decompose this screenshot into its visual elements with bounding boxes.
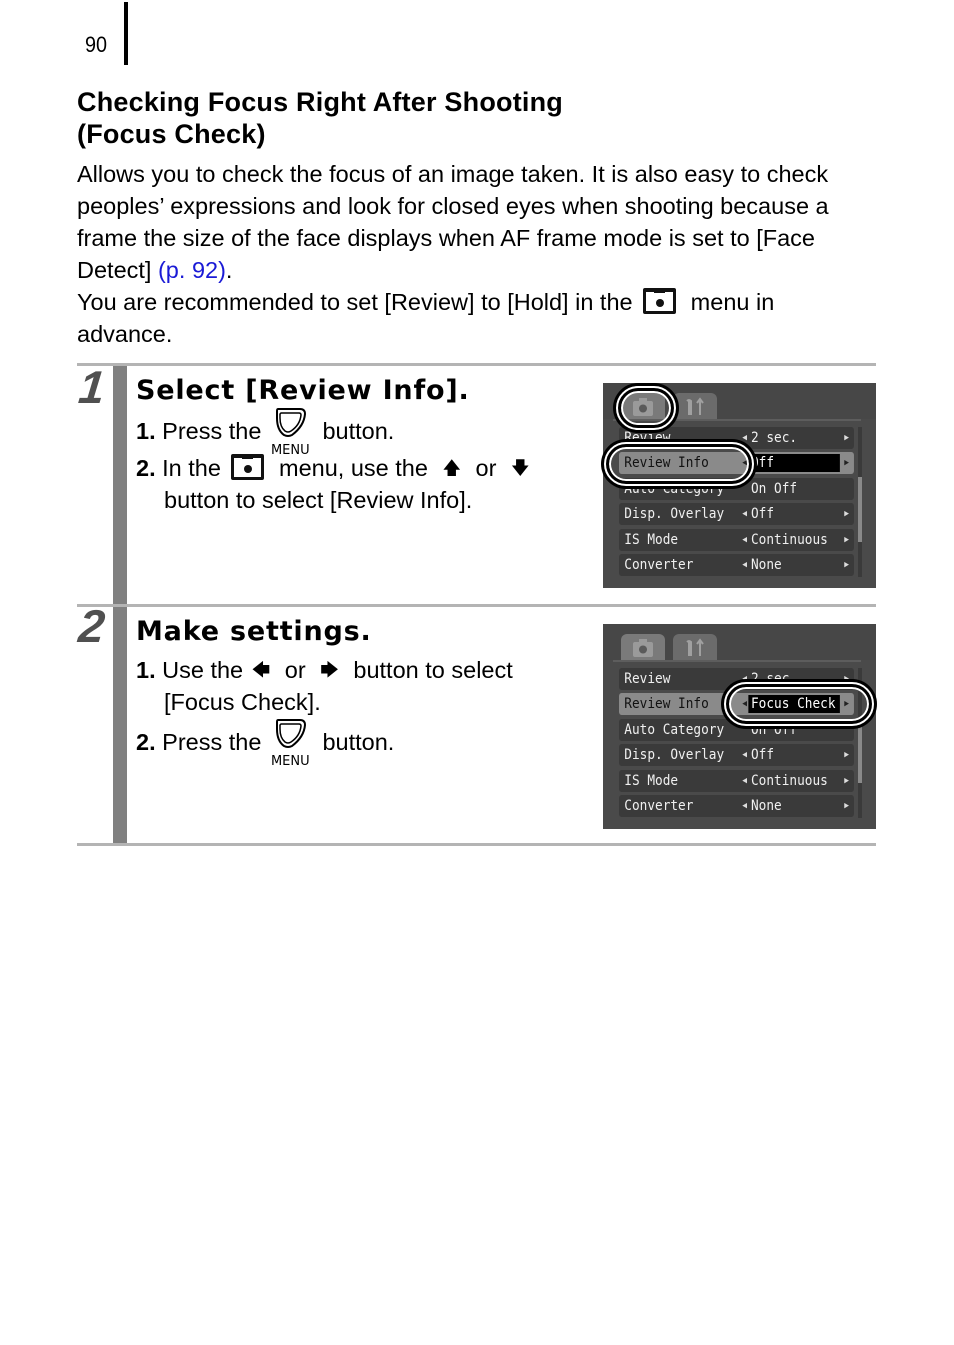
step-1-instruction-2-line2: button to select [Review Info]. [164,487,473,513]
steps-bottom-divider [77,843,876,846]
step-2-instruction-2: 2. Press the MENU button. [136,719,395,769]
intro-paragraph-2-after: menu in [684,289,775,315]
down-arrow-icon: 🡇 [510,458,530,478]
menu-row-converter: Converter ◀ None ▶ [619,554,854,576]
highlight-ring-camera-tab [616,386,676,430]
instruction-number: 2. [136,455,156,481]
menu-row-is-mode: IS Mode ◀ Continuous ▶ [619,529,854,551]
instruction-text: Press the [162,729,268,755]
settings-tab [673,393,717,421]
instruction-or: or [278,657,313,683]
step-2-instruction-1-line2: [Focus Check]. [164,689,321,715]
instruction-text-after: button to select [346,657,513,683]
instruction-number: 1. [136,657,156,683]
section-title-line1: Checking Focus Right After Shooting [77,87,563,117]
highlight-ring-review-info [604,442,754,486]
intro-paragraph-1: Allows you to check the focus of an imag… [77,158,887,286]
camera-tab [621,634,665,662]
instruction-text: Use the [162,657,250,683]
step-1-sidebar-bar [113,366,127,604]
step-1-instruction-1: 1. Press the MENU button. [136,408,395,458]
camera-screen-step-2: Review ◀ 2 sec. ▶ Review Info ◀ Focus Check ▶ … [603,624,876,829]
menu-row-disp-overlay: Disp. Overlay ◀ Off ▶ [619,503,854,525]
section-title-line2: (Focus Check) [77,119,266,149]
step-1-title: Select [Review Info]. [136,375,470,406]
instruction-number: 1. [136,418,156,444]
instruction-text-middle: menu, use the [272,455,435,481]
settings-tab [673,634,717,662]
instruction-text: In the [162,455,228,481]
intro-paragraph-2: You are recommended to set [Review] to [… [77,286,887,350]
page-reference-link[interactable]: (p. 92) [158,257,226,283]
menu-row-disp-overlay: Disp. Overlay ◀ Off ▶ [619,744,854,766]
highlight-ring-focus-check [724,682,874,726]
section-title: Checking Focus Right After Shooting (Foc… [77,86,563,150]
menu-row-converter: Converter ◀ None ▶ [619,795,854,817]
page-number: 90 [85,32,108,57]
up-arrow-icon: 🡅 [442,458,461,478]
step-2-top-divider [77,604,876,607]
instruction-text-after: button. [315,729,395,755]
menu-button-icon: MENU [271,408,310,458]
instruction-number: 2. [136,729,156,755]
menu-button-icon: MENU [271,719,310,769]
right-arrow-icon: 🡆 [320,660,339,680]
intro-period: . [225,257,233,283]
menu-button-label: MENU [270,754,310,769]
menu-row-is-mode: IS Mode ◀ Continuous ▶ [619,770,854,792]
step-1-instruction-2: 2. In the menu, use the 🡅 or 🡇 [136,453,537,484]
step-1-number: 1 [76,361,108,413]
intro-text: Allows you to check the focus of an imag… [77,158,887,350]
left-arrow-icon: 🡄 [251,660,271,680]
intro-paragraph-2-text: You are recommended to set [Review] to [… [77,289,640,315]
step-2-sidebar-bar [113,607,127,844]
step-1-top-divider [77,363,876,366]
menu-scrollbar [858,427,862,577]
intro-paragraph-2-line2: advance. [77,321,173,347]
instruction-or: or [468,455,503,481]
camera-menu-icon [643,288,677,314]
instruction-text: Press the [162,418,268,444]
camera-menu-icon [231,454,265,480]
step-2-instruction-1: 1. Use the 🡄 or 🡆 button to select [136,655,513,686]
step-2-title: Make settings. [136,616,372,647]
page-number-divider [124,2,128,65]
instruction-text-after: button. [315,418,395,444]
step-2-number: 2 [76,600,108,652]
